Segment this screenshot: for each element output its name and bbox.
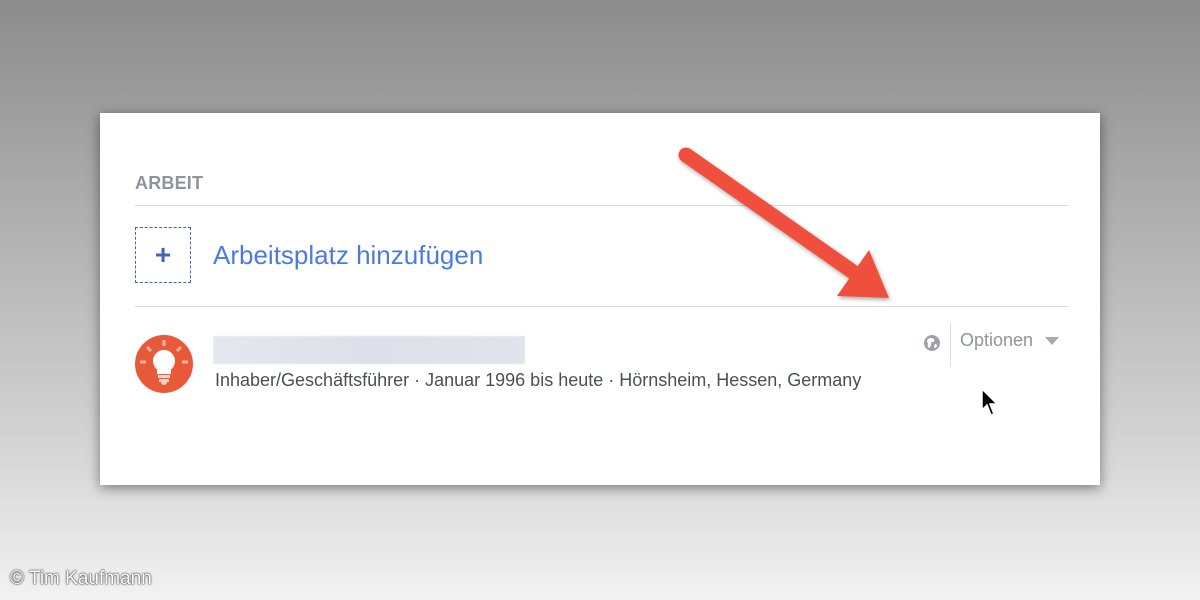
mouse-pointer-icon [981,388,999,416]
section-divider [135,205,1069,206]
work-section-card: ARBEIT + Arbeitsplatz hinzufügen Inhaber… [100,113,1100,485]
plus-icon[interactable]: + [135,227,191,283]
plus-symbol: + [154,239,172,270]
options-dropdown[interactable]: Optionen [960,330,1060,351]
blurred-company-name [213,336,525,364]
lightbulb-icon[interactable] [135,335,193,393]
options-label: Optionen [960,330,1034,350]
add-workplace-link[interactable]: Arbeitsplatz hinzufügen [213,240,483,271]
caret-down-icon [1045,336,1060,345]
section-title: ARBEIT [135,173,204,193]
options-separator [950,323,951,367]
annotation-arrow-icon [678,147,889,298]
photo-credit: © Tim Kaufmann [10,568,152,589]
globe-icon[interactable] [922,333,942,353]
row-divider [135,306,1069,307]
job-details: Inhaber/Geschäftsführer · Januar 1996 bi… [215,370,862,390]
add-workplace-row[interactable]: + Arbeitsplatz hinzufügen [135,225,483,285]
job-entry: Inhaber/Geschäftsführer · Januar 1996 bi… [135,323,1069,403]
